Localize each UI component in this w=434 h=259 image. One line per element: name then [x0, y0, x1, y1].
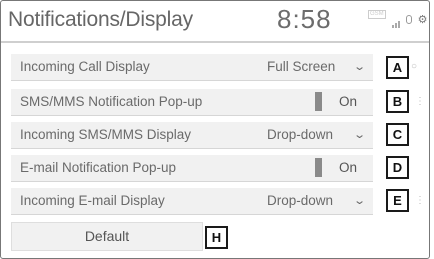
callout-h: H [205, 226, 228, 249]
page-title: Notifications/Display [8, 8, 193, 31]
incoming-sms-mms-display-value: Drop-down [267, 127, 334, 142]
callout-c: C [386, 123, 409, 146]
signal-icon [391, 16, 400, 28]
incoming-email-display-label: Incoming E-mail Display [20, 193, 165, 208]
incoming-call-display-row[interactable]: Incoming Call Display Full Screen ⌄ [11, 54, 373, 81]
incoming-email-display-value: Drop-down [267, 193, 334, 208]
network-badge: GSM [368, 10, 386, 19]
incoming-email-display-row[interactable]: Incoming E-mail Display Drop-down ⌄ [11, 188, 373, 215]
sms-mms-notification-popup-row[interactable]: SMS/MMS Notification Pop-up On [11, 89, 373, 116]
microphone-icon [405, 15, 412, 24]
email-notification-popup-label: E-mail Notification Pop-up [20, 160, 177, 175]
scroll-hint-icon: ⋮ [415, 195, 425, 206]
callout-b: B [386, 90, 409, 113]
header: Notifications/Display 8:58 GSM ⚙ [1, 1, 429, 43]
status-icons: GSM ⚙ [368, 10, 428, 28]
sms-mms-notification-popup-value: On [339, 94, 358, 109]
email-notification-popup-value: On [339, 160, 358, 175]
callout-a: A [386, 56, 409, 79]
incoming-sms-mms-display-label: Incoming SMS/MMS Display [20, 127, 192, 142]
chevron-down-icon: ⌄ [353, 195, 367, 207]
incoming-call-display-value: Full Screen [267, 59, 336, 74]
toggle-indicator [315, 158, 322, 177]
settings-icon: ⚙ [417, 14, 428, 26]
toggle-indicator [315, 92, 322, 111]
default-button[interactable]: Default [11, 222, 203, 251]
chevron-down-icon: ⌄ [353, 129, 367, 141]
chevron-down-icon: ⌄ [353, 61, 367, 73]
notifications-display-screen: Notifications/Display 8:58 GSM ⚙ Incomin… [0, 0, 430, 259]
callout-d: D [386, 156, 409, 179]
scroll-hint-icon: ○ [411, 61, 418, 72]
incoming-call-display-label: Incoming Call Display [20, 59, 150, 74]
sms-mms-notification-popup-label: SMS/MMS Notification Pop-up [20, 94, 203, 109]
clock: 8:58 [277, 4, 332, 34]
scroll-hint-icon: ⋮ [415, 96, 425, 107]
incoming-sms-mms-display-row[interactable]: Incoming SMS/MMS Display Drop-down ⌄ [11, 122, 373, 149]
callout-e: E [386, 189, 409, 212]
email-notification-popup-row[interactable]: E-mail Notification Pop-up On [11, 155, 373, 182]
